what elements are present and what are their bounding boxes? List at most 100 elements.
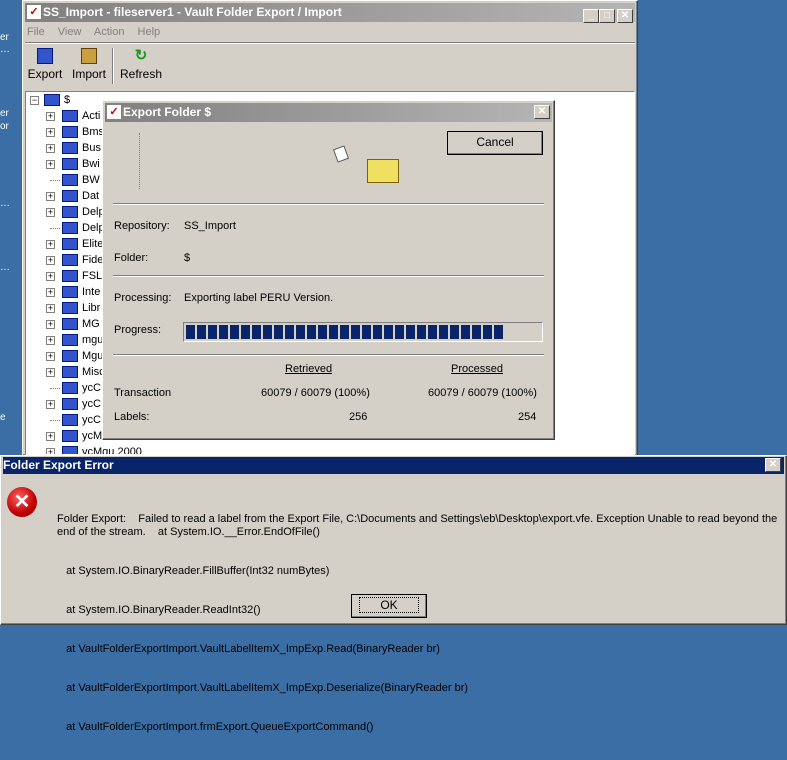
progress-bar bbox=[183, 322, 543, 342]
menu-view[interactable]: View bbox=[58, 26, 82, 38]
toolbar: Export Import ↻ Refresh bbox=[23, 44, 637, 90]
folder-icon bbox=[62, 286, 78, 298]
error-line: Folder Export: Failed to read a label fr… bbox=[57, 513, 781, 538]
folder-icon bbox=[62, 334, 78, 346]
cancel-button[interactable]: Cancel bbox=[447, 131, 543, 155]
expand-icon[interactable]: + bbox=[46, 320, 55, 329]
tree-item-label: ycM bbox=[82, 430, 103, 442]
expand-icon[interactable]: + bbox=[46, 160, 55, 169]
expand-icon[interactable]: + bbox=[46, 448, 55, 454]
close-button[interactable]: ✕ bbox=[617, 9, 633, 23]
tree-item-label: MG bbox=[82, 318, 100, 330]
labels-processed: 254 bbox=[518, 411, 537, 423]
main-title-bar[interactable]: ✓ SS_Import - fileserver1 - Vault Folder… bbox=[25, 3, 635, 23]
progress-fill bbox=[186, 325, 505, 339]
error-icon: ✕ bbox=[7, 487, 37, 517]
tree-item-label: Dat bbox=[82, 190, 100, 202]
stack-line: at VaultFolderExportImport.frmExport.Que… bbox=[57, 721, 374, 733]
tree-item-label: Acti bbox=[82, 110, 101, 122]
export-label: Export bbox=[27, 67, 63, 81]
labels-label: Labels: bbox=[114, 411, 150, 423]
tree-item-label: ycC bbox=[82, 414, 101, 426]
folder-icon bbox=[62, 302, 78, 314]
desktop-icon-label[interactable]: or bbox=[0, 121, 9, 132]
expand-icon[interactable]: + bbox=[46, 272, 55, 281]
ok-button[interactable]: OK bbox=[351, 594, 427, 618]
folder-icon bbox=[62, 398, 78, 410]
desktop-icon-label[interactable]: … bbox=[0, 262, 10, 273]
menu-help[interactable]: Help bbox=[138, 26, 161, 38]
folder-icon bbox=[62, 126, 78, 138]
repository-label: Repository: bbox=[114, 220, 170, 232]
expand-icon[interactable]: + bbox=[46, 128, 55, 137]
menu-file[interactable]: File bbox=[27, 26, 45, 38]
refresh-label: Refresh bbox=[119, 67, 163, 81]
minimize-button[interactable]: _ bbox=[583, 9, 599, 23]
tree-item-label: Libr bbox=[82, 302, 101, 314]
stack-line: at VaultFolderExportImport.VaultLabelIte… bbox=[57, 643, 440, 655]
folder-icon bbox=[62, 238, 78, 250]
folder-icon bbox=[62, 222, 78, 234]
expand-icon[interactable]: + bbox=[46, 336, 55, 345]
expand-icon[interactable]: + bbox=[46, 256, 55, 265]
folder-icon bbox=[62, 350, 78, 362]
close-button[interactable]: ✕ bbox=[765, 458, 781, 472]
expand-icon[interactable]: + bbox=[46, 368, 55, 377]
maximize-button[interactable]: □ bbox=[599, 9, 615, 23]
folder-icon bbox=[62, 318, 78, 330]
folder-icon bbox=[44, 94, 60, 106]
folder-icon bbox=[62, 206, 78, 218]
tree-item-label: Elite bbox=[82, 238, 104, 250]
error-dialog-title-bar[interactable]: Folder Export Error ✕ bbox=[3, 457, 784, 474]
folder-icon bbox=[62, 414, 78, 426]
labels-retrieved: 256 bbox=[349, 411, 368, 423]
export-dialog-title-bar[interactable]: ✓ Export Folder $ ✕ bbox=[105, 103, 552, 122]
expand-icon[interactable]: + bbox=[46, 400, 55, 409]
folder-icon bbox=[62, 270, 78, 282]
expand-icon[interactable]: + bbox=[46, 432, 55, 441]
tree-item-label: ycC bbox=[82, 398, 101, 410]
collapse-icon[interactable]: − bbox=[30, 96, 39, 105]
error-message: Folder Export: Failed to read a label fr… bbox=[57, 487, 781, 760]
folder-icon bbox=[62, 430, 78, 442]
expand-icon[interactable]: + bbox=[46, 288, 55, 297]
expand-icon[interactable]: + bbox=[46, 208, 55, 217]
stack-line: at VaultFolderExportImport.VaultLabelIte… bbox=[57, 682, 469, 694]
expand-icon[interactable]: + bbox=[46, 304, 55, 313]
tree-item-label: Mgu bbox=[82, 350, 104, 362]
close-button[interactable]: ✕ bbox=[534, 105, 550, 119]
tree-line bbox=[50, 228, 60, 229]
folder-icon bbox=[62, 382, 78, 394]
desktop-icon-label[interactable]: e bbox=[0, 412, 6, 423]
desktop-icon-label[interactable]: er bbox=[0, 32, 9, 43]
menu-action[interactable]: Action bbox=[94, 26, 125, 38]
desktop-icon-label[interactable]: … bbox=[0, 198, 10, 209]
expand-icon[interactable]: + bbox=[46, 112, 55, 121]
expand-icon[interactable]: + bbox=[46, 192, 55, 201]
expand-icon[interactable]: + bbox=[46, 144, 55, 153]
tree-item-label: Fide bbox=[82, 254, 104, 266]
folder-icon bbox=[62, 142, 78, 154]
export-button[interactable]: Export bbox=[27, 48, 63, 81]
transaction-processed: 60079 / 60079 (100%) bbox=[428, 387, 537, 399]
folder-icon bbox=[62, 174, 78, 186]
tree-item-label: ycMgu 2000 bbox=[82, 446, 142, 455]
transaction-retrieved: 60079 / 60079 (100%) bbox=[261, 387, 370, 399]
progress-label: Progress: bbox=[114, 324, 162, 336]
import-button[interactable]: Import bbox=[69, 48, 109, 81]
tree-item-label: Bus bbox=[82, 142, 101, 154]
tree-line bbox=[50, 420, 60, 421]
desktop-icon-label[interactable]: er bbox=[0, 108, 9, 119]
expand-icon[interactable]: + bbox=[46, 352, 55, 361]
flying-document-icon bbox=[332, 145, 350, 163]
export-folder-dialog: ✓ Export Folder $ ✕ Cancel Repository: S… bbox=[102, 100, 555, 440]
error-dialog-title: Folder Export Error bbox=[3, 458, 114, 472]
tree-item-label: ycC bbox=[82, 382, 101, 394]
app-logo-icon: ✓ bbox=[27, 5, 41, 19]
transaction-label: Transaction bbox=[114, 387, 172, 399]
refresh-button[interactable]: ↻ Refresh bbox=[119, 48, 163, 82]
expand-icon[interactable]: + bbox=[46, 240, 55, 249]
desktop-icon-label[interactable]: … bbox=[0, 44, 10, 55]
tree-item-label: Bwi bbox=[82, 158, 100, 170]
tree-item-label: Inte bbox=[82, 286, 101, 298]
